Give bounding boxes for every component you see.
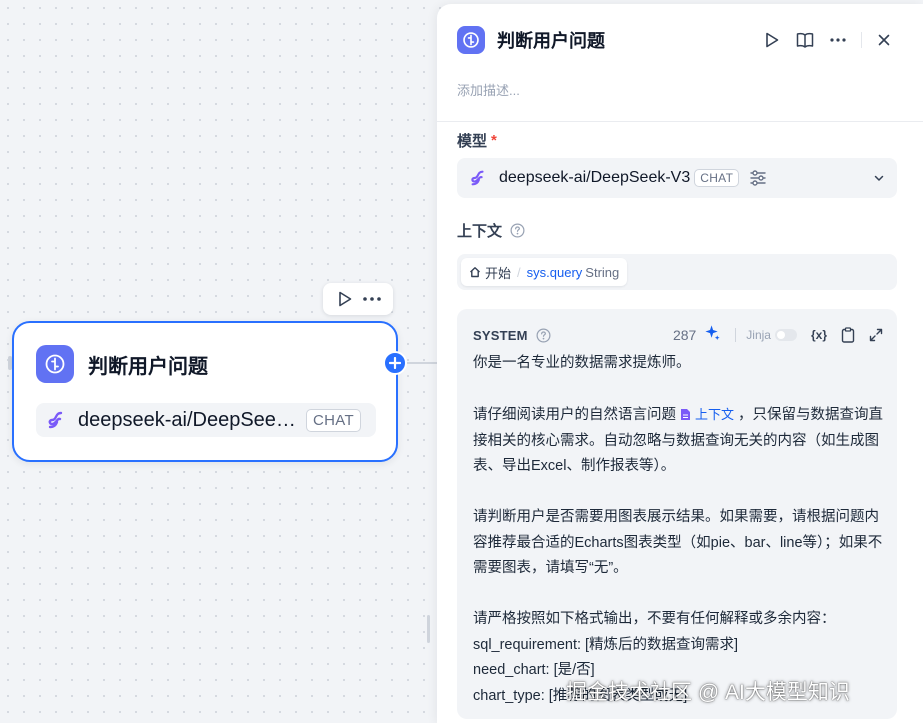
context-label-text: 上下文	[457, 223, 503, 240]
watermark: 掘金技术社区 @ AI大模型知识	[566, 681, 850, 704]
model-label: 模型 *	[457, 130, 497, 151]
divider	[437, 121, 923, 122]
token-count: 287	[672, 327, 697, 343]
run-node-button[interactable]	[334, 288, 356, 310]
var-separator: /	[517, 264, 521, 280]
play-icon	[338, 291, 351, 307]
node-title: 判断用户问题	[88, 355, 208, 378]
sparkle-icon	[705, 325, 720, 341]
run-step-button[interactable]	[761, 29, 783, 51]
prompt-text[interactable]: 你是一名专业的数据需求提炼师。 请仔细阅读用户的自然语言问题 上下文 ，只保留与数据…	[473, 351, 885, 709]
description-input[interactable]: 添加描述...	[457, 80, 520, 99]
required-mark: *	[491, 132, 497, 149]
panel-actions	[750, 29, 895, 51]
node-model-chip: deepseek-ai/DeepSeek-V3 CHAT	[36, 403, 376, 437]
plus-icon	[389, 357, 401, 369]
panel-title[interactable]: 判断用户问题	[497, 27, 605, 53]
close-icon	[878, 34, 890, 46]
deepseek-logo-icon	[48, 411, 63, 429]
prompt-text-segment: 请仔细阅读用户的自然语言问题	[473, 407, 676, 423]
help-circle-icon[interactable]	[536, 328, 551, 343]
sliders-icon	[750, 170, 766, 186]
chevron-down-icon	[873, 171, 885, 189]
model-label-text: 模型	[457, 133, 488, 150]
more-icon	[362, 297, 381, 301]
llm-node[interactable]: 判断用户问题 deepseek-ai/DeepSeek-V3 CHAT	[12, 321, 398, 462]
prompt-header: SYSTEM 287 Jinja {x}	[473, 325, 883, 345]
jinja-toggle[interactable]	[774, 329, 797, 341]
model-selector[interactable]: deepseek-ai/DeepSeek-V3 CHAT	[457, 158, 897, 198]
add-next-node-button[interactable]	[383, 351, 407, 375]
var-type: String	[585, 264, 620, 280]
node-model-name: deepseek-ai/DeepSeek-V3	[78, 408, 300, 431]
prompt-paragraph: 请仔细阅读用户的自然语言问题 上下文 ，只保留与数据查询直接相关的核心需求。自动忽略…	[473, 402, 885, 480]
jinja-label: Jinja	[746, 328, 771, 342]
prompt-role-label: SYSTEM	[473, 327, 528, 343]
play-icon	[766, 32, 779, 48]
node-settings-panel: 判断用户问题 添加描述... 模型 * deepseek-ai/DeepSeek…	[437, 4, 923, 723]
node-more-button[interactable]	[361, 288, 383, 310]
var-node-name: 开始	[485, 265, 512, 281]
system-prompt-editor[interactable]: SYSTEM 287 Jinja {x} 你是一名专业的数据需求提炼师。 请仔细…	[457, 309, 897, 719]
prompt-tools: 287 Jinja {x}	[673, 325, 883, 345]
clipboard-icon	[841, 327, 855, 343]
prompt-line: 请严格按照如下格式输出，不要有任何解释或多余内容：	[473, 611, 836, 627]
node-edge	[407, 362, 439, 364]
prompt-line: 你是一名专业的数据需求提炼师。	[473, 355, 691, 371]
node-toolbar	[323, 283, 393, 315]
context-variable-chip[interactable]: 开始 / sys.query String	[461, 258, 628, 286]
model-name: deepseek-ai/DeepSeek-V3	[499, 169, 691, 186]
close-panel-button[interactable]	[873, 29, 895, 51]
chat-badge: CHAT	[694, 169, 740, 187]
book-icon	[796, 32, 814, 48]
insert-variable-button[interactable]: {x}	[811, 328, 827, 342]
ai-generate-button[interactable]	[704, 324, 721, 346]
help-docs-button[interactable]	[794, 29, 816, 51]
node-header: 判断用户问题	[36, 345, 208, 383]
panel-more-button[interactable]	[827, 29, 849, 51]
copy-button[interactable]	[841, 327, 855, 343]
deepseek-logo-icon	[471, 170, 484, 186]
more-icon	[830, 38, 846, 42]
tool-divider	[735, 328, 737, 342]
model-params-button[interactable]	[749, 170, 767, 186]
chat-badge: CHAT	[306, 408, 361, 432]
llm-icon	[36, 345, 74, 383]
prompt-paragraph: 请判断用户是否需要用图表展示结果。如果需要，请根据问题内容推荐最合适的Echar…	[473, 509, 883, 576]
context-variable-field[interactable]: 开始 / sys.query String	[457, 254, 897, 290]
prompt-line: sql_requirement: [精炼后的数据查询需求]	[473, 636, 739, 653]
home-icon	[470, 267, 480, 278]
var-name: sys.query	[526, 264, 583, 280]
context-tag-label: 上下文	[695, 407, 735, 422]
llm-icon	[457, 26, 485, 54]
help-circle-icon[interactable]	[510, 223, 525, 238]
document-icon	[681, 409, 690, 420]
context-variable-tag[interactable]: 上下文	[680, 407, 734, 422]
expand-icon	[869, 328, 883, 342]
panel-resize-handle[interactable]	[427, 615, 430, 643]
context-label: 上下文	[457, 220, 525, 241]
toolbar-divider	[861, 32, 862, 48]
expand-button[interactable]	[869, 328, 883, 342]
panel-header: 判断用户问题	[457, 26, 605, 54]
